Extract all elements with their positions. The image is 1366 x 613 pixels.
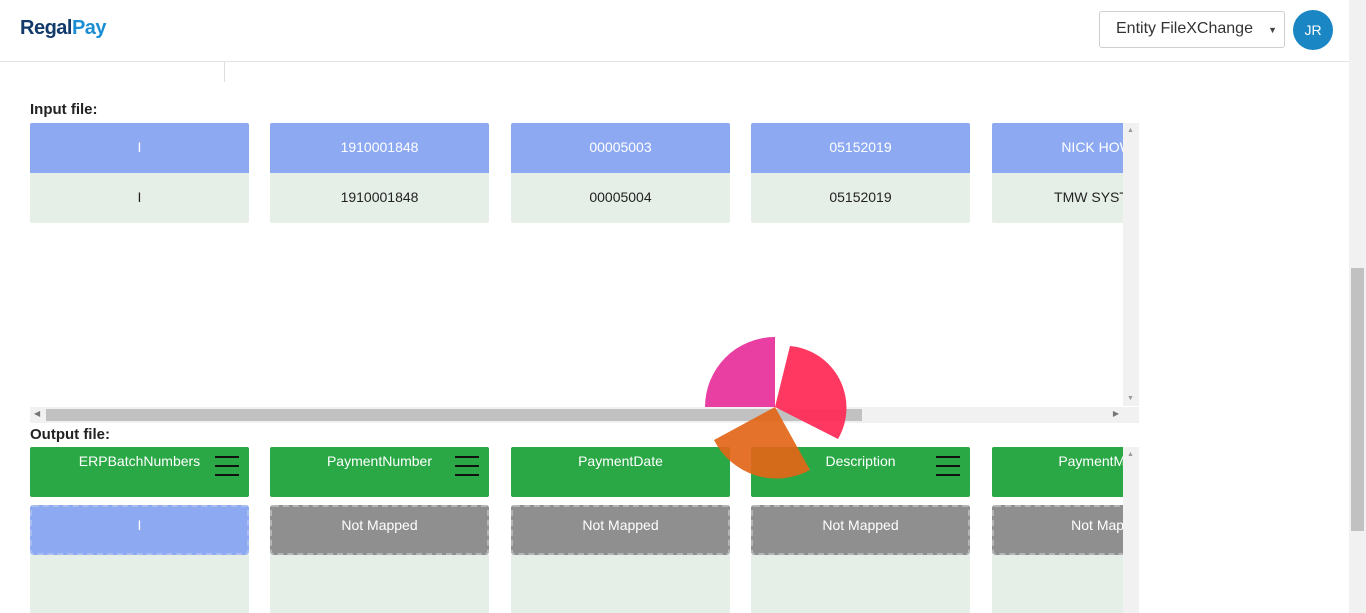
output-column-header[interactable]: Description	[751, 447, 970, 497]
mapping-drop-target[interactable]: Not Mapp	[992, 505, 1123, 555]
output-column: PaymentMeth Not Mapp	[992, 447, 1123, 613]
output-column-title: PaymentMeth	[1058, 453, 1123, 469]
page-scroll-thumb[interactable]	[1351, 268, 1364, 531]
input-column-header: 00005003	[511, 123, 730, 173]
mapping-drop-target[interactable]: Not Mapped	[751, 505, 970, 555]
hamburger-menu-icon[interactable]	[936, 456, 960, 476]
entity-select[interactable]: Entity FileXChange ▼	[1099, 11, 1285, 48]
input-file-label: Input file:	[30, 101, 98, 118]
output-column-header[interactable]: PaymentMeth	[992, 447, 1123, 497]
output-file-label: Output file:	[30, 426, 110, 443]
input-column: 1910001848 1910001848	[270, 123, 489, 223]
horizontal-scroll-thumb[interactable]	[46, 409, 862, 421]
mapping-drop-target[interactable]: I	[30, 505, 249, 555]
output-column-title: PaymentNumber	[326, 453, 433, 469]
input-column-value: 05152019	[751, 173, 970, 223]
mapping-drop-target[interactable]: Not Mapped	[270, 505, 489, 555]
input-column: I I	[30, 123, 249, 223]
divider	[224, 62, 225, 82]
user-avatar[interactable]: JR	[1293, 10, 1333, 50]
caret-down-icon: ▼	[1268, 25, 1277, 35]
mapping-drop-target[interactable]: Not Mapped	[511, 505, 730, 555]
output-column-header[interactable]: PaymentNumber	[270, 447, 489, 497]
hamburger-menu-icon[interactable]	[455, 456, 479, 476]
scroll-right-icon[interactable]: ▶	[1113, 409, 1119, 418]
input-column-value: I	[30, 173, 249, 223]
output-column: PaymentDate Not Mapped	[511, 447, 730, 613]
input-column: NICK HOWA TMW SYSTEM	[992, 123, 1123, 223]
output-column-header[interactable]: PaymentDate	[511, 447, 730, 497]
input-column-header: 05152019	[751, 123, 970, 173]
page-scrollbar[interactable]	[1349, 0, 1366, 613]
mapping-area	[511, 555, 730, 613]
logo-text-regal: Regal	[20, 17, 72, 39]
hamburger-menu-icon[interactable]	[215, 456, 239, 476]
horizontal-scrollbar[interactable]: ◀ ▶	[30, 407, 1139, 423]
mapping-area	[30, 555, 249, 613]
scroll-left-icon[interactable]: ◀	[34, 409, 40, 418]
mapping-area	[270, 555, 489, 613]
logo-text-pay: Pay	[71, 17, 107, 39]
mapping-area	[992, 555, 1123, 613]
output-column: ERPBatchNumbers I	[30, 447, 249, 613]
app-header: RegalPay Entity FileXChange ▼ JR	[0, 0, 1349, 62]
input-vertical-scrollbar[interactable]: ▲ ▼	[1123, 123, 1139, 406]
output-column-title: ERPBatchNumbers	[78, 453, 201, 469]
input-column-value: TMW SYSTEM	[992, 173, 1123, 223]
input-column-header: I	[30, 123, 249, 173]
input-column: 00005003 00005004	[511, 123, 730, 223]
input-column-header: 1910001848	[270, 123, 489, 173]
input-column: 05152019 05152019	[751, 123, 970, 223]
mapping-area	[751, 555, 970, 613]
output-column: PaymentNumber Not Mapped	[270, 447, 489, 613]
input-column-header: NICK HOWA	[992, 123, 1123, 173]
input-column-value: 00005004	[511, 173, 730, 223]
output-file-panel: ERPBatchNumbers I PaymentNumber Not Mapp…	[30, 447, 1123, 613]
output-vertical-scrollbar[interactable]: ▲	[1123, 447, 1139, 613]
input-file-panel: I I 1910001848 1910001848 00005003 00005…	[30, 123, 1123, 406]
regalpay-logo[interactable]: RegalPay	[20, 17, 107, 40]
entity-select-value: Entity FileXChange	[1116, 20, 1253, 37]
scroll-up-icon[interactable]: ▲	[1127, 127, 1134, 134]
output-column-title: PaymentDate	[578, 453, 663, 469]
input-column-value: 1910001848	[270, 173, 489, 223]
output-column: Description Not Mapped	[751, 447, 970, 613]
scroll-up-icon[interactable]: ▲	[1127, 451, 1134, 458]
output-column-title: Description	[825, 453, 896, 469]
scroll-down-icon[interactable]: ▼	[1127, 395, 1134, 402]
output-column-header[interactable]: ERPBatchNumbers	[30, 447, 249, 497]
